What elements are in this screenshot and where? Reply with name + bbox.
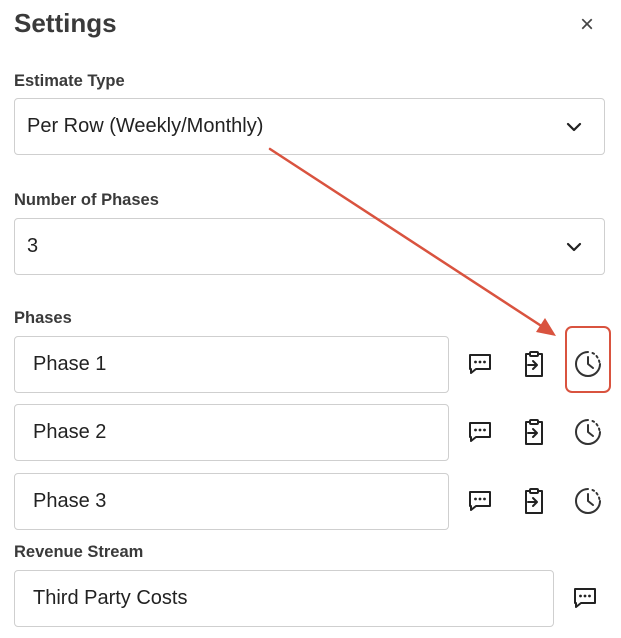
revenue-stream-label: Revenue Stream	[14, 543, 144, 561]
chevron-down-icon	[566, 122, 582, 131]
estimate-type-value: Per Row (Weekly/Monthly)	[27, 115, 264, 137]
comment-icon[interactable]	[464, 416, 496, 448]
revenue-stream-value: Third Party Costs	[33, 587, 188, 609]
phase-name-input[interactable]: Phase 1	[14, 336, 449, 393]
comment-icon[interactable]	[569, 582, 601, 614]
clipboard-import-icon[interactable]	[518, 485, 550, 517]
close-icon[interactable]: ×	[572, 10, 602, 40]
phase-name-input[interactable]: Phase 2	[14, 404, 449, 461]
clock-icon[interactable]	[572, 485, 604, 517]
number-of-phases-label: Number of Phases	[14, 191, 159, 209]
revenue-stream-input[interactable]: Third Party Costs	[14, 570, 554, 627]
phase-name-value: Phase 3	[33, 490, 107, 512]
number-of-phases-select[interactable]: 3	[14, 218, 605, 275]
clipboard-import-icon[interactable]	[518, 416, 550, 448]
estimate-type-select[interactable]: Per Row (Weekly/Monthly)	[14, 98, 605, 155]
phase-name-input[interactable]: Phase 3	[14, 473, 449, 530]
comment-icon[interactable]	[464, 348, 496, 380]
chevron-down-icon	[566, 242, 582, 251]
clipboard-import-icon[interactable]	[518, 348, 550, 380]
panel-title: Settings	[14, 8, 117, 38]
phases-label: Phases	[14, 309, 72, 327]
clock-icon[interactable]	[572, 416, 604, 448]
clock-icon[interactable]	[572, 348, 604, 380]
number-of-phases-value: 3	[27, 235, 39, 257]
comment-icon[interactable]	[464, 485, 496, 517]
phase-name-value: Phase 2	[33, 421, 107, 443]
phase-name-value: Phase 1	[33, 353, 107, 375]
estimate-type-label: Estimate Type	[14, 72, 125, 90]
